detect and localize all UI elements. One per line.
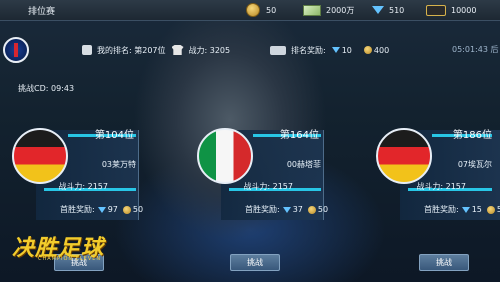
coin-icon <box>486 205 495 214</box>
gem-icon <box>372 6 384 14</box>
game-logo-subtitle: CHAMPION ELEVEN <box>38 256 102 262</box>
challenge-button[interactable]: 挑战 <box>230 254 280 271</box>
challenge-cooldown: 挑战CD: 09:43 <box>18 84 75 93</box>
gem-icon <box>282 206 291 213</box>
page-title: 排位赛 <box>28 7 56 17</box>
opponent-name: 03莱万特 <box>101 160 136 169</box>
season-timer: 05:01:43 后 <box>452 45 499 54</box>
opponent-name: 07埃瓦尔 <box>457 160 492 169</box>
challenge-button[interactable]: 挑战 <box>419 254 469 271</box>
ticket-icon <box>426 4 446 16</box>
trophy-icon <box>82 45 92 55</box>
opponent-power: 战斗力: 2157 <box>243 182 293 191</box>
ticket-balance[interactable]: 10000 <box>426 3 476 17</box>
opponent-rank: 第104位 <box>94 130 134 141</box>
gem-icon <box>97 206 106 213</box>
germany-flag-icon <box>376 128 432 184</box>
opponent-rank: 第164位 <box>279 130 319 141</box>
reward-icon <box>270 45 286 55</box>
opponent-card[interactable]: 第104位 03莱万特 战斗力: 2157 首胜奖励: 97 50 <box>8 126 148 221</box>
club-logo[interactable] <box>3 37 29 63</box>
first-win-reward: 首胜奖励: 37 50 <box>245 205 329 214</box>
opponent-power: 战斗力: 2157 <box>58 182 108 191</box>
coin-balance[interactable]: 50 <box>246 3 276 17</box>
top-bar: 排位赛 50 2000万 510 10000 <box>0 0 500 21</box>
jersey-icon <box>171 45 184 55</box>
gem-icon <box>331 47 340 53</box>
opponent-rank: 第186位 <box>452 130 492 141</box>
gem-icon <box>461 206 470 213</box>
coin-icon <box>122 205 131 214</box>
my-rank-info: 我的排名: 第207位 战力: 3205 <box>82 44 230 56</box>
cash-icon <box>303 4 321 16</box>
first-win-reward: 首胜奖励: 15 50 <box>424 205 500 214</box>
opponent-name: 00赫塔菲 <box>286 160 321 169</box>
gem-balance[interactable]: 510 <box>372 3 404 17</box>
first-win-reward: 首胜奖励: 97 50 <box>60 205 144 214</box>
opponent-card[interactable]: 第186位 07埃瓦尔 战斗力: 2157 首胜奖励: 15 50 <box>372 126 500 221</box>
italy-flag-icon <box>197 128 253 184</box>
rank-reward-info: 排名奖励: 10 400 <box>270 44 389 56</box>
opponent-power: 战斗力: 2157 <box>416 182 466 191</box>
coin-icon <box>363 46 372 54</box>
cash-balance[interactable]: 2000万 <box>303 3 354 17</box>
germany-flag-icon <box>12 128 68 184</box>
opponent-card[interactable]: 第164位 00赫塔菲 战斗力: 2157 首胜奖励: 37 50 <box>193 126 333 221</box>
coin-icon <box>307 205 316 214</box>
coin-icon <box>246 3 260 17</box>
